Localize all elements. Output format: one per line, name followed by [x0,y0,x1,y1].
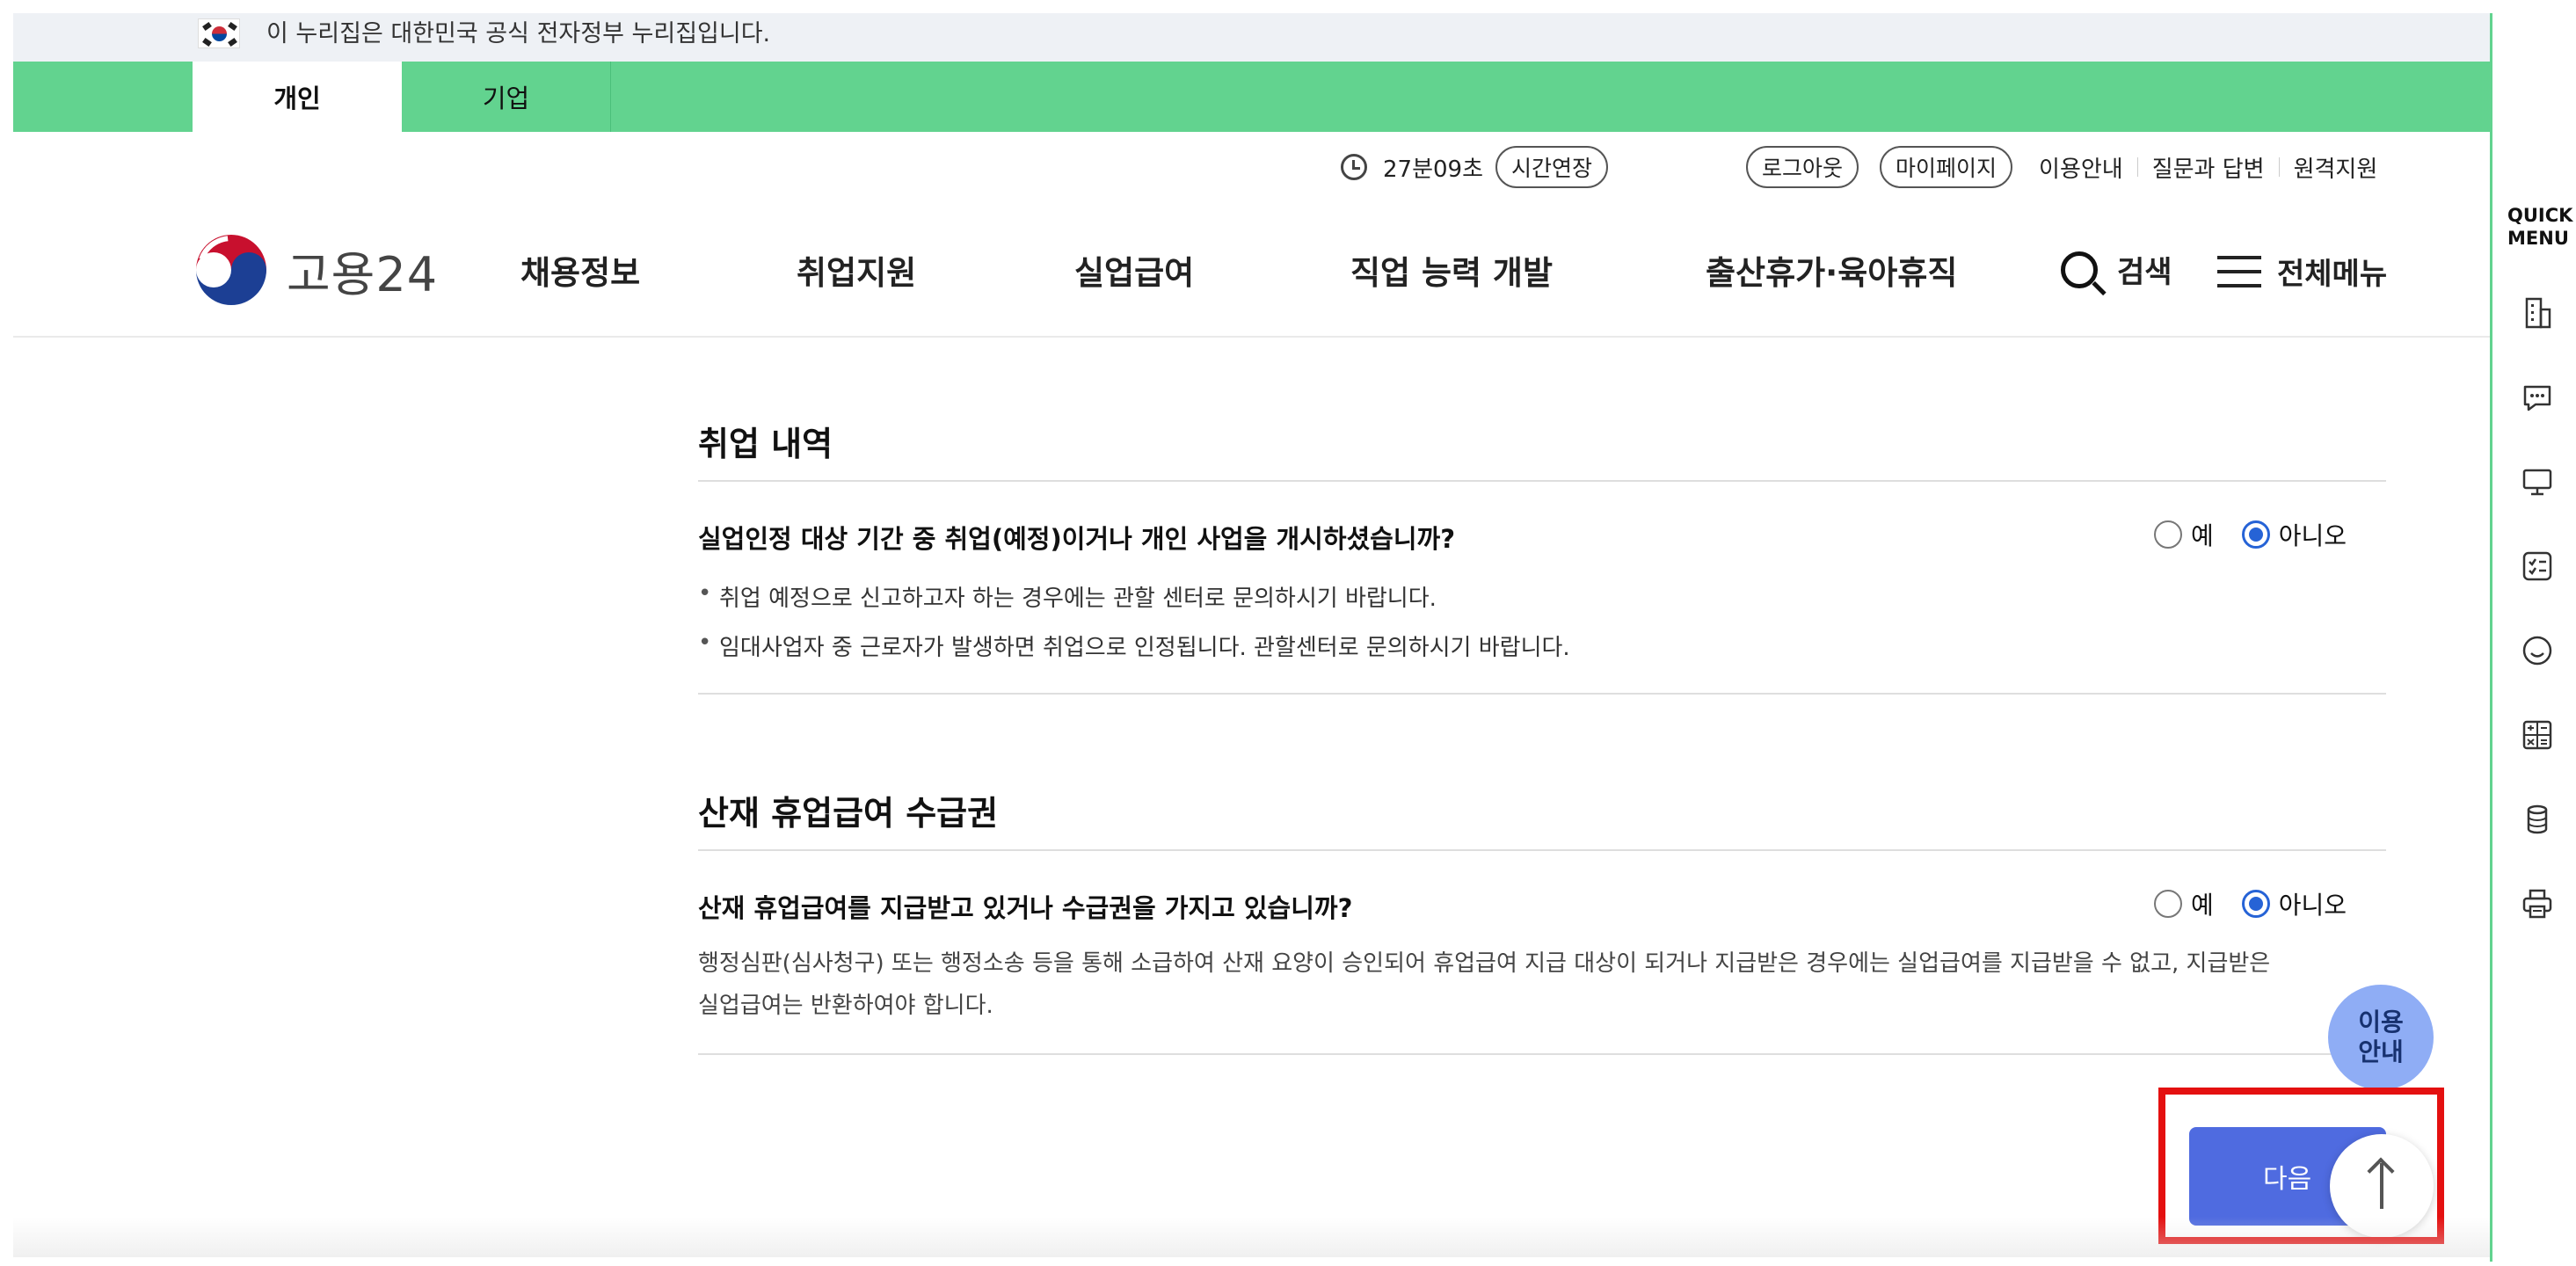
section-divider [698,849,2386,851]
remote-support-link[interactable]: 원격지원 [2294,151,2378,184]
page: 이 누리집은 대한민국 공식 전자정부 누리집입니다. 개인 기업 27분09초… [0,0,2576,1266]
radio-yes-label[interactable]: 예 [2191,517,2214,552]
usage-guide-link[interactable]: 이용안내 [2039,151,2123,184]
nav-item-jobs[interactable]: 채용정보 [520,246,640,294]
radio-no-label[interactable]: 아니오 [2279,886,2347,921]
question-employment: 실업인정 대상 기간 중 취업(예정)이거나 개인 사업을 개시하셨습니까? [698,524,1456,554]
gov-notice-text[interactable]: 이 누리집은 대한민국 공식 전자정부 누리집입니다. [266,17,770,52]
radio-yes-industrial-accident[interactable] [2154,890,2182,918]
qna-link[interactable]: 질문과 답변 [2152,151,2265,184]
section-title-industrial-accident: 산재 휴업급여 수급권 [698,794,999,833]
bottom-fade [13,1217,2490,1257]
timer-text: 27분09초 [1383,156,1484,183]
radio-no-employment[interactable] [2241,520,2270,549]
section-divider [698,480,2386,482]
quick-menu-title: QUICK MENU [2507,205,2573,249]
bullet-note: 취업 예정으로 신고하고자 하는 경우에는 관할 센터로 문의하시기 바랍니다. [698,580,1437,613]
logo-text: 고용24 [287,246,439,302]
checklist-icon[interactable] [2520,549,2555,584]
extend-time-button[interactable]: 시간연장 [1495,146,1609,188]
radio-yes-employment[interactable] [2154,520,2182,549]
search-label: 검색 [2117,255,2172,290]
radio-no-label[interactable]: 아니오 [2279,517,2347,552]
question-industrial-accident: 산재 휴업급여를 지급받고 있거나 수급권을 가지고 있습니까? [698,893,1353,923]
logout-button[interactable]: 로그아웃 [1746,146,1859,188]
audience-tab-bar: 개인 기업 [13,62,2490,132]
session-timer: 27분09초 시간연장 [1341,145,1609,189]
coins-icon[interactable] [2520,802,2555,837]
gov-notice-bar: 이 누리집은 대한민국 공식 전자정부 누리집입니다. [13,13,2490,62]
divider [2278,157,2280,177]
taeguk-logo-icon [193,232,269,308]
section-divider [698,693,2386,695]
nav-item-vocational-training[interactable]: 직업 능력 개발 [1350,246,1553,294]
nav-item-employment-support[interactable]: 취업지원 [797,246,916,294]
hamburger-menu-icon [2217,255,2261,287]
search-icon [2061,251,2098,288]
calculator-icon[interactable] [2520,717,2555,753]
nav-item-unemployment-benefits[interactable]: 실업급여 [1074,246,1194,294]
user-links: 로그아웃 마이페이지 이용안내 질문과 답변 원격지원 [1746,145,2377,189]
tab-business[interactable]: 기업 [402,62,611,132]
header-divider [13,336,2490,338]
nav-item-parental-leave[interactable]: 출산휴가·육아휴직 [1706,246,1957,294]
korean-flag-icon [198,18,240,48]
all-menu-button[interactable]: 전체메뉴 [2217,250,2387,293]
chat-icon[interactable] [2520,380,2555,415]
building-icon[interactable] [2520,295,2555,331]
printer-icon[interactable] [2520,886,2555,921]
mypage-button[interactable]: 마이페이지 [1880,146,2013,188]
smile-icon[interactable] [2520,633,2555,668]
section-divider [698,1053,2386,1055]
monitor-icon[interactable] [2520,464,2555,499]
site-logo[interactable]: 고용24 [193,230,438,309]
clock-icon [1341,154,1367,180]
all-menu-label: 전체메뉴 [2277,257,2388,292]
description-industrial-accident: 행정심판(심사청구) 또는 행정소송 등을 통해 소급하여 산재 요양이 승인되… [698,950,2271,1019]
section-title-employment: 취업 내역 [698,425,833,463]
radio-group-industrial-accident: 예 아니오 [2154,886,2347,921]
tab-individual[interactable]: 개인 [193,62,402,132]
bullet-note: 임대사업자 중 근로자가 발생하면 취업으로 인정됩니다. 관할센터로 문의하시… [698,629,1570,662]
radio-no-industrial-accident[interactable] [2241,890,2270,918]
usage-guide-bubble[interactable]: 이용 안내 [2328,985,2434,1090]
divider [2136,157,2138,177]
radio-group-employment: 예 아니오 [2154,517,2347,552]
search-button[interactable]: 검색 [2061,248,2172,291]
radio-yes-label[interactable]: 예 [2191,886,2214,921]
